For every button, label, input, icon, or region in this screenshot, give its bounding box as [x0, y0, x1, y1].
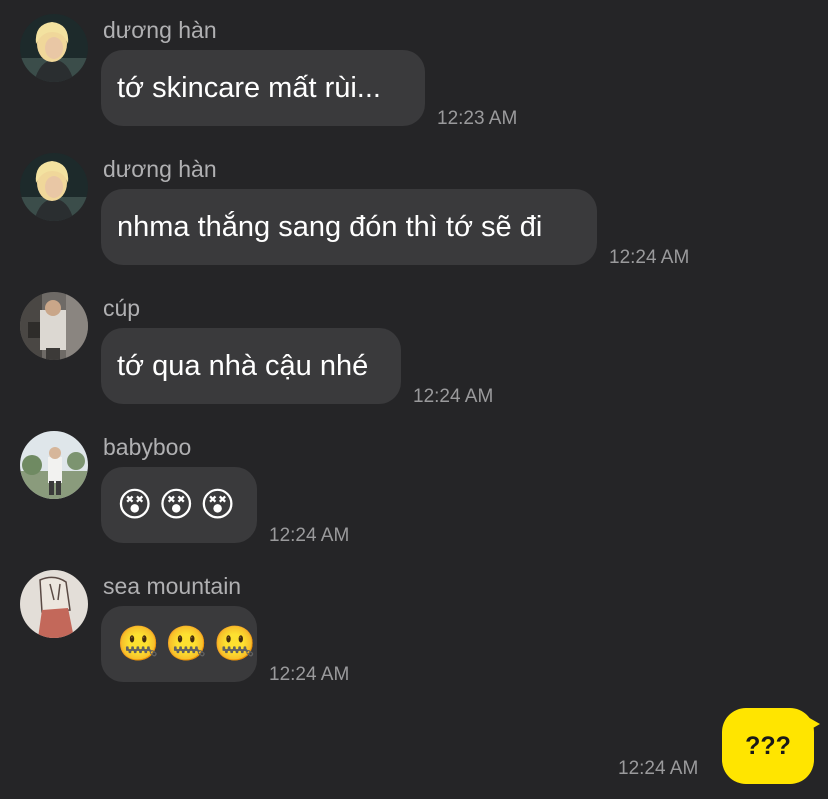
drawn-figure-avatar-icon [20, 570, 88, 638]
sender-name: dương hàn [103, 17, 217, 43]
mirror-selfie-avatar-icon [20, 292, 88, 360]
chat-thread: dương hàn tớ skincare mất rùi... 12:23 A… [0, 0, 828, 799]
avatar-duong-han[interactable] [20, 14, 88, 82]
blonde-person-avatar-icon [20, 14, 88, 82]
avatar-babyboo[interactable] [20, 431, 88, 499]
outdoor-person-avatar-icon [20, 431, 88, 499]
message-bubble[interactable]: 🤐🤐🤐 [101, 606, 257, 682]
avatar-duong-han[interactable] [20, 153, 88, 221]
sender-name: cúp [103, 295, 141, 321]
message-bubble[interactable]: tớ qua nhà cậu nhé [101, 328, 401, 404]
message-timestamp: 12:23 AM [437, 108, 518, 129]
message-timestamp: 12:24 AM [413, 386, 494, 407]
avatar-sea-mountain[interactable] [20, 570, 88, 638]
message-bubble[interactable]: nhma thắng sang đón thì tớ sẽ đi [101, 189, 597, 265]
sender-name: sea mountain [103, 573, 242, 599]
sender-name: babyboo [103, 434, 192, 460]
sender-name: dương hàn [103, 156, 217, 182]
message-bubble[interactable]: 😵😵😵 [101, 467, 257, 543]
blonde-person-avatar-icon [20, 153, 88, 221]
message-timestamp: 12:24 AM [269, 664, 350, 685]
message-timestamp: 12:24 AM [609, 247, 690, 268]
avatar-cup[interactable] [20, 292, 88, 360]
my-message-timestamp: 12:24 AM [618, 758, 699, 779]
my-message-bubble[interactable]: ??? [722, 708, 820, 784]
message-bubble[interactable]: tớ skincare mất rùi... [101, 50, 425, 126]
message-timestamp: 12:24 AM [269, 525, 350, 546]
